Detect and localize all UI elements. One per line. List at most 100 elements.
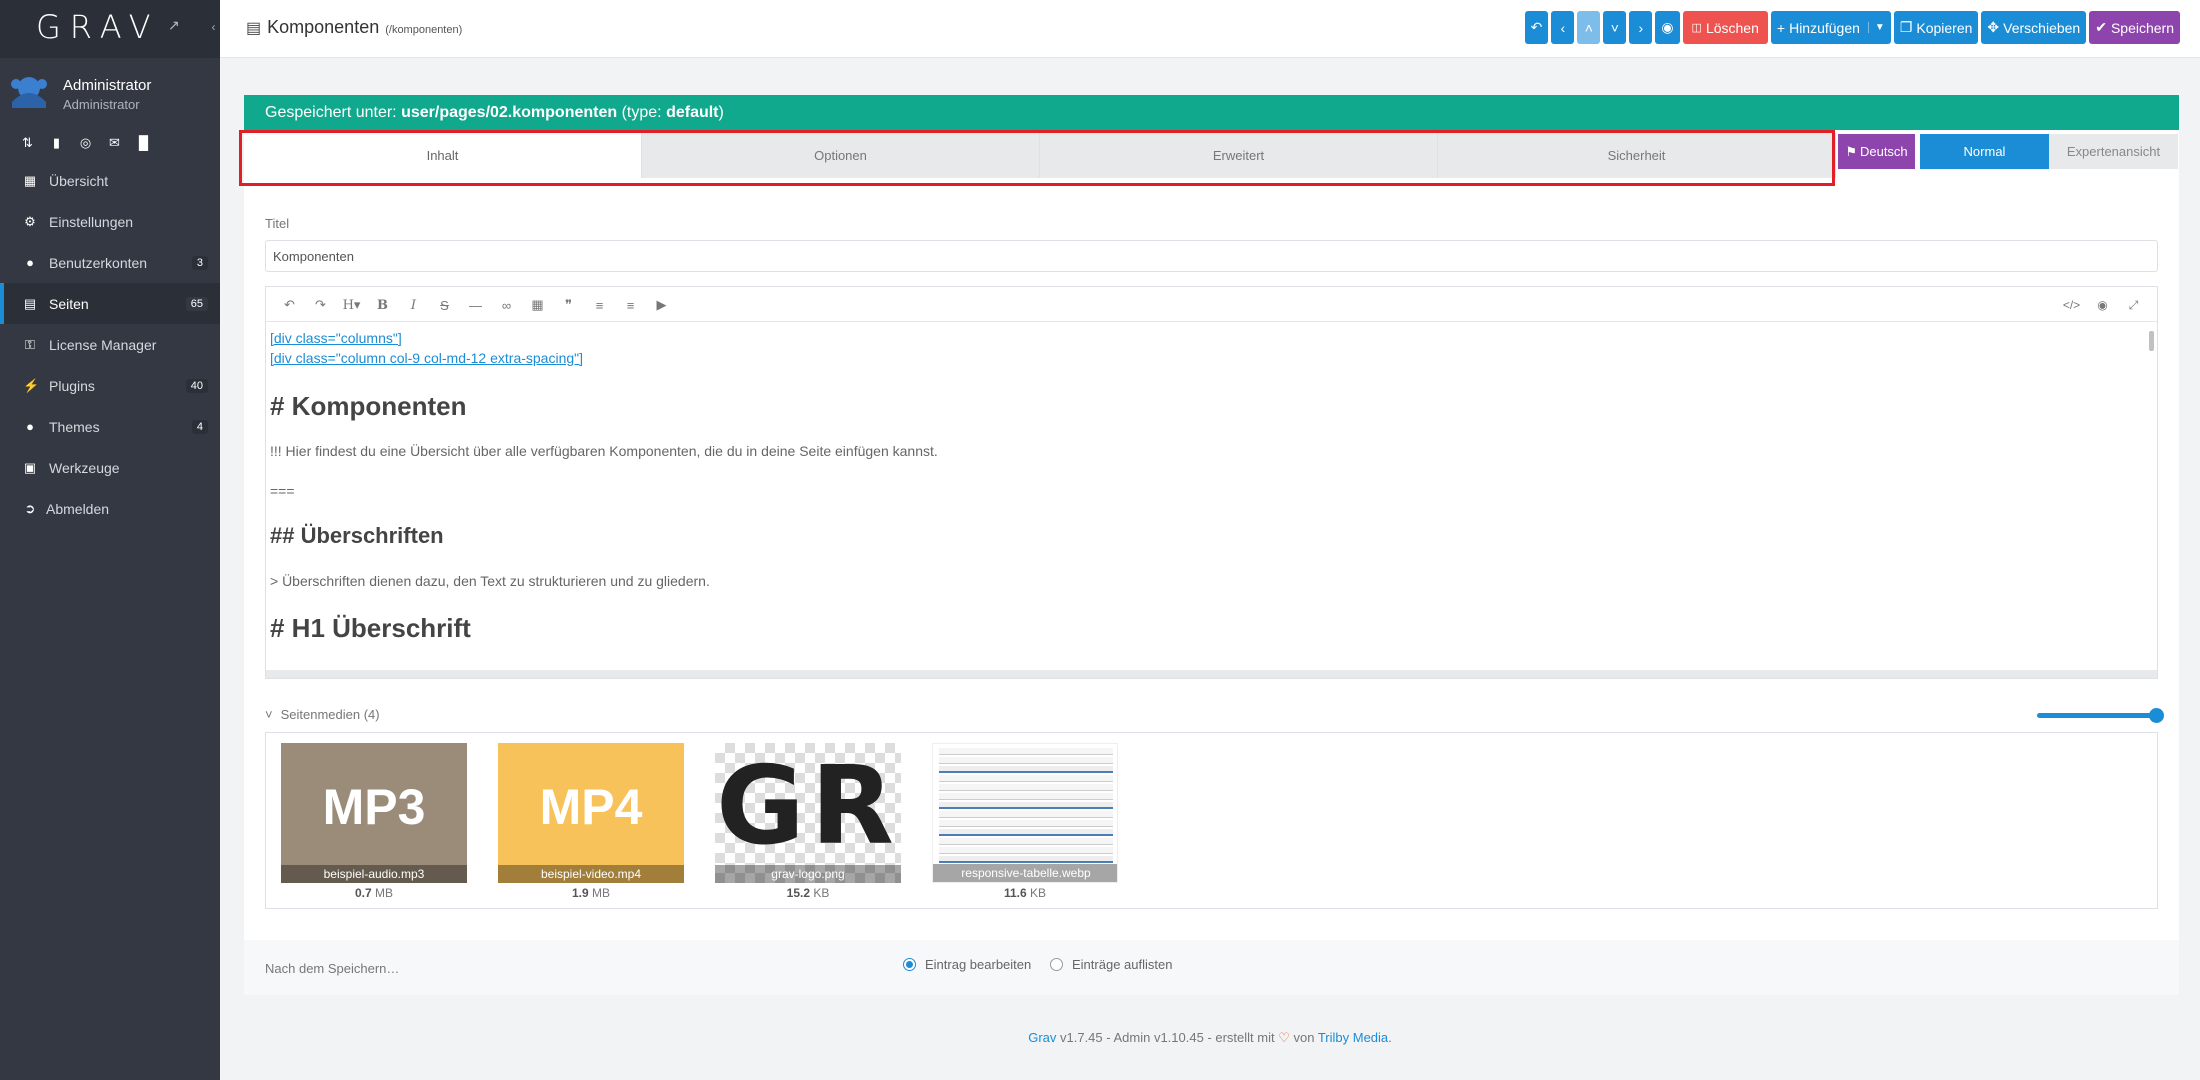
back-button[interactable]: ↶ (1524, 11, 1549, 44)
move-label: Verschieben (2003, 19, 2081, 36)
caret-down-icon[interactable]: ▼ (1867, 22, 1885, 33)
child-page-button[interactable]: ˅ (1603, 11, 1627, 44)
radio-list-entries[interactable]: Einträge auflisten (1050, 957, 1172, 972)
fullscreen-icon[interactable]: ⤢ (2118, 295, 2149, 315)
editor-line[interactable]: [div class="column col-9 col-md-12 extra… (270, 348, 2153, 368)
italic-icon[interactable]: I (398, 295, 429, 315)
save-label: Speichern (2110, 19, 2174, 36)
radio-button-checked[interactable] (903, 958, 916, 971)
editor-scrollbar[interactable] (2149, 331, 2154, 351)
horizontal-rule-icon[interactable]: — (460, 295, 491, 315)
media-item[interactable]: MP3 beispiel-audio.mp3 0.7 MB (281, 743, 467, 900)
sidebar-item-seiten[interactable]: ▤ Seiten 65 (0, 283, 220, 324)
media-thumbnail[interactable]: MP4 beispiel-video.mp4 (498, 743, 684, 883)
parent-page-button[interactable]: ˄ (1577, 11, 1601, 44)
sidebar-collapse-icon[interactable]: ‹ (207, 20, 220, 38)
sidebar-item-label: Einstellungen (49, 213, 134, 230)
media-size: 0.7 MB (281, 886, 467, 900)
tab-sicherheit[interactable]: Sicherheit (1438, 133, 1836, 178)
mode-expert-button[interactable]: Expertenansicht (2049, 134, 2178, 169)
heading-icon[interactable]: H▾ (336, 295, 367, 315)
delete-button[interactable]: ◫ Löschen (1682, 11, 1768, 44)
mode-normal-button[interactable]: Normal (1920, 134, 2049, 169)
sidebar-item-benutzerkonten[interactable]: ● Benutzerkonten 3 (0, 242, 220, 283)
bullet-list-icon[interactable]: ≡ (584, 295, 615, 315)
media-toggle[interactable]: ˅ Seitenmedien (4) (265, 707, 380, 722)
media-item[interactable]: GR grav-logo.png 15.2 KB (715, 743, 901, 900)
title-label: Titel (265, 216, 290, 231)
tab-inhalt[interactable]: Inhalt (244, 133, 642, 178)
footer-by-text: von (1289, 1030, 1318, 1045)
radio-edit-entry[interactable]: Eintrag bearbeiten (903, 957, 1031, 972)
sidebar-item-themes[interactable]: ● Themes 4 (0, 406, 220, 447)
editor-line[interactable]: > Überschriften dienen dazu, den Text zu… (270, 573, 2153, 589)
count-badge: 40 (185, 378, 208, 393)
media-thumbnail[interactable]: GR grav-logo.png (715, 743, 901, 883)
youtube-icon[interactable]: ▶ (646, 295, 677, 315)
tab-optionen[interactable]: Optionen (642, 133, 1040, 178)
sidebar-item-plugins[interactable]: ⚡ Plugins 40 (0, 365, 220, 406)
media-size-value: 15.2 (786, 886, 810, 900)
editor-line[interactable]: ## Überschriften (270, 523, 2153, 549)
fork-icon[interactable]: █ (136, 135, 151, 151)
move-button[interactable]: ✥ Verschieben (1981, 11, 2087, 44)
grav-link[interactable]: Grav (1028, 1030, 1056, 1045)
redo-icon[interactable]: ↷ (305, 295, 336, 315)
sidebar-item-werkzeuge[interactable]: ▣ Werkzeuge (0, 447, 220, 488)
editor-line[interactable]: [div class="columns"] (270, 328, 2153, 348)
media-item[interactable]: responsive-tabelle.webp 11.6 KB (932, 743, 1118, 900)
sidebar-item-abmelden[interactable]: ➲ Abmelden (0, 488, 220, 529)
title-input[interactable]: Komponenten (265, 240, 2158, 272)
preview-button[interactable]: ◉ (1655, 11, 1680, 44)
undo-icon[interactable]: ↶ (274, 295, 305, 315)
sidebar-item-label: Plugins (49, 377, 95, 394)
strikethrough-icon[interactable]: S (429, 295, 460, 315)
tab-erweitert[interactable]: Erweitert (1040, 133, 1438, 178)
media-item[interactable]: MP4 beispiel-video.mp4 1.9 MB (498, 743, 684, 900)
external-link-icon[interactable]: ↗ (168, 17, 180, 34)
sidebar-item-einstellungen[interactable]: ⚙ Einstellungen (0, 201, 220, 242)
sidebar-item-license-manager[interactable]: ⚿ License Manager (0, 324, 220, 365)
wrench-icon: ⚙ (24, 213, 36, 229)
media-thumbnail[interactable]: MP3 beispiel-audio.mp3 (281, 743, 467, 883)
book-icon[interactable]: ▮ (49, 135, 64, 151)
trilby-link[interactable]: Trilby Media (1318, 1030, 1388, 1045)
quote-icon[interactable]: ❞ (553, 295, 584, 315)
numbered-list-icon[interactable]: ≡ (615, 295, 646, 315)
refresh-icon[interactable]: ⇅ (20, 135, 35, 151)
editor-line[interactable]: # Komponenten (270, 391, 2153, 422)
editor-content[interactable]: [div class="columns"] [div class="column… (266, 323, 2157, 671)
prev-page-button[interactable]: ‹ (1551, 11, 1575, 44)
bold-icon[interactable]: B (367, 295, 398, 315)
code-icon[interactable]: </> (2056, 295, 2087, 315)
sidebar-nav: ▦ Übersicht ⚙ Einstellungen ● Benutzerko… (0, 160, 220, 529)
saved-location-bar: Gespeichert unter: user/pages/02.kompone… (244, 95, 2179, 130)
thumbnail-size-slider[interactable] (2037, 713, 2154, 718)
eye-icon[interactable]: ◉ (2087, 295, 2118, 315)
copy-label: Kopieren (1916, 19, 1973, 36)
flag-icon: ⚑ (1845, 143, 1857, 159)
language-button[interactable]: ⚑ Deutsch (1838, 134, 1915, 169)
link-icon[interactable]: ∞ (491, 295, 522, 315)
copy-button[interactable]: ❐ Kopieren (1893, 11, 1979, 44)
radio-button[interactable] (1050, 958, 1063, 971)
next-page-button[interactable]: › (1629, 11, 1653, 44)
globe-icon[interactable]: ◎ (78, 135, 93, 151)
media-size: 11.6 KB (932, 886, 1118, 900)
radio-label: Einträge auflisten (1072, 957, 1173, 972)
sidebar-item-uebersicht[interactable]: ▦ Übersicht (0, 160, 220, 201)
slider-handle[interactable] (2149, 708, 2164, 723)
add-button[interactable]: + Hinzufügen ▼ (1770, 11, 1891, 44)
mail-icon[interactable]: ✉ (107, 135, 122, 151)
save-button[interactable]: ✔ Speichern (2089, 11, 2180, 44)
media-thumbnail[interactable]: responsive-tabelle.webp (932, 743, 1118, 883)
editor-line[interactable]: === (270, 483, 2153, 499)
editor-line[interactable]: # H1 Überschrift (270, 613, 2153, 644)
editor-horizontal-scrollbar[interactable] (266, 670, 2157, 678)
grav-logo[interactable]: GRAV (36, 8, 159, 46)
editor-line[interactable]: !!! Hier findest du eine Übersicht über … (270, 443, 2153, 459)
count-badge: 3 (191, 255, 208, 270)
image-icon[interactable]: ▦ (522, 295, 553, 315)
table-preview-image (939, 748, 1113, 865)
sidebar-user[interactable]: Administrator Administrator (0, 64, 220, 124)
